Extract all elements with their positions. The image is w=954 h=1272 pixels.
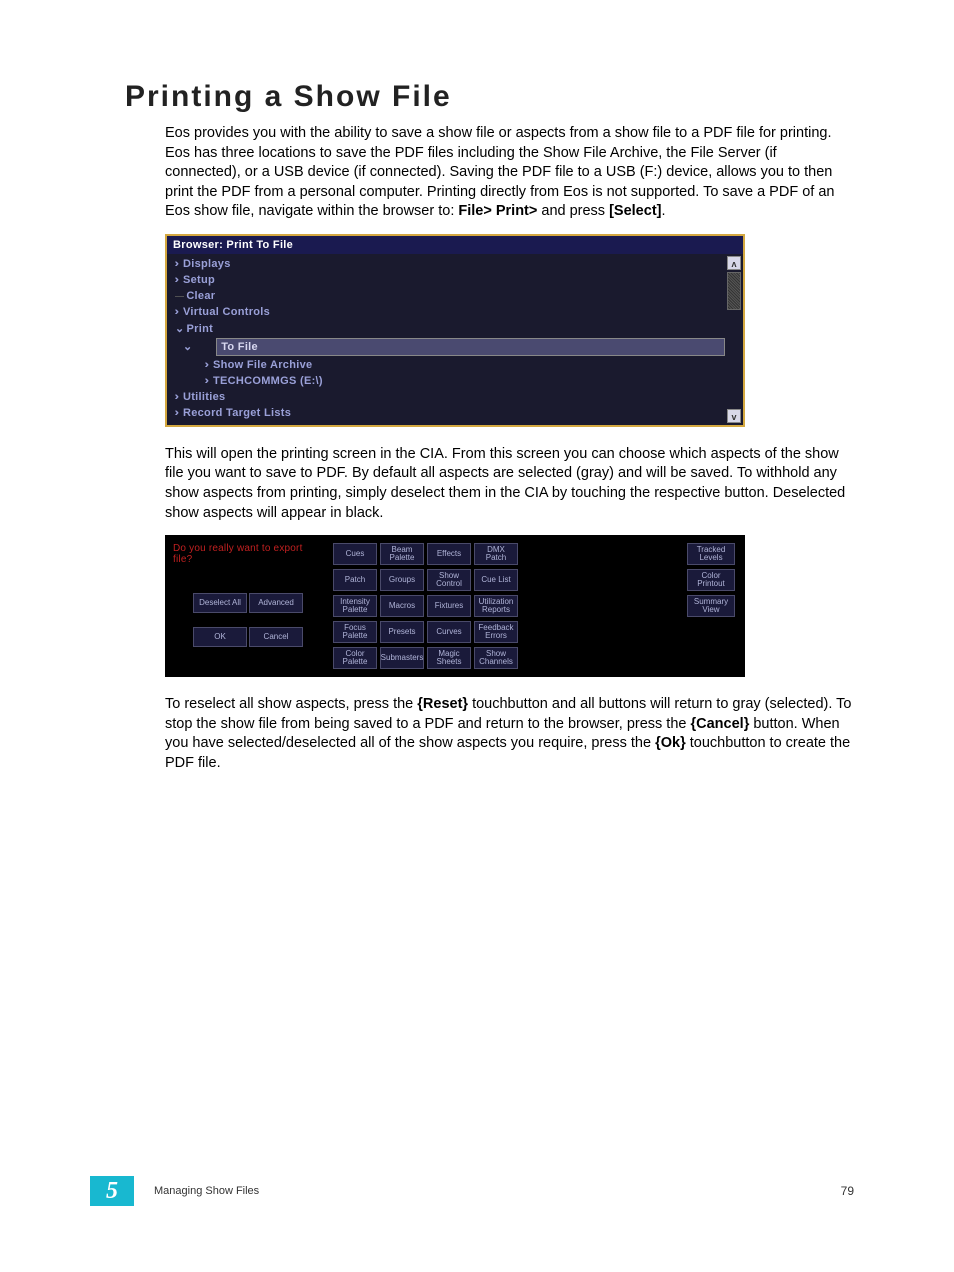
aspect-beam-palette[interactable]: Beam Palette: [380, 543, 424, 565]
tree-displays[interactable]: Displays: [167, 256, 743, 272]
tree-setup[interactable]: Setup: [167, 272, 743, 288]
scroll-thumb[interactable]: [727, 272, 741, 310]
aspect-cue-list[interactable]: Cue List: [474, 569, 518, 591]
aspect-groups[interactable]: Groups: [380, 569, 424, 591]
aspect-curves[interactable]: Curves: [427, 621, 471, 643]
tree-to-file[interactable]: To File: [216, 338, 725, 356]
page-footer: 5 Managing Show Files 79: [0, 1176, 954, 1206]
tree-print[interactable]: Print: [167, 320, 743, 337]
page-heading: Printing a Show File: [125, 80, 854, 114]
mid-paragraph: This will open the printing screen in th…: [165, 445, 854, 523]
para3-reset: {Reset}: [417, 696, 468, 712]
tree-techcommgs[interactable]: TECHCOMMGS (E:\): [167, 373, 743, 389]
tree-show-file-archive[interactable]: Show File Archive: [167, 357, 743, 373]
tree-tofile-arrow: [183, 340, 194, 353]
para1-bold-select: [Select]: [609, 203, 661, 219]
aspect-show-channels[interactable]: Show Channels: [474, 647, 518, 669]
aspect-submasters[interactable]: Submasters: [380, 647, 424, 669]
aspect-patch[interactable]: Patch: [333, 569, 377, 591]
aspect-color-palette[interactable]: Color Palette: [333, 647, 377, 669]
summary-view-button[interactable]: Summary View: [687, 595, 735, 617]
scroll-down-button[interactable]: v: [727, 409, 741, 423]
tree-clear[interactable]: Clear: [167, 288, 743, 304]
para1-text-e: .: [661, 203, 665, 219]
tracked-levels-button[interactable]: Tracked Levels: [687, 543, 735, 565]
aspect-presets[interactable]: Presets: [380, 621, 424, 643]
scroll-up-button[interactable]: ʌ: [727, 256, 741, 270]
aspect-macros[interactable]: Macros: [380, 595, 424, 617]
browser-title: Browser: Print To File: [167, 236, 743, 254]
cia-right-panel: Tracked Levels Color Printout Summary Vi…: [687, 543, 737, 617]
aspect-feedback-errors[interactable]: Feedback Errors: [474, 621, 518, 643]
browser-body: Displays Setup Clear Virtual Controls Pr…: [167, 254, 743, 425]
cia-aspect-grid: Cues Beam Palette Effects DMX Patch Patc…: [333, 543, 521, 669]
intro-paragraph: Eos provides you with the ability to sav…: [165, 124, 854, 222]
cia-prompt: Do you really want to export file?: [173, 543, 323, 565]
browser-screenshot: Browser: Print To File Displays Setup Cl…: [165, 234, 745, 427]
tree-utilities[interactable]: Utilities: [167, 389, 743, 405]
aspect-magic-sheets[interactable]: Magic Sheets: [427, 647, 471, 669]
aspect-intensity-palette[interactable]: Intensity Palette: [333, 595, 377, 617]
deselect-all-button[interactable]: Deselect All: [193, 593, 247, 613]
aspect-fixtures[interactable]: Fixtures: [427, 595, 471, 617]
cancel-button[interactable]: Cancel: [249, 627, 303, 647]
cia-screenshot: Do you really want to export file? Desel…: [165, 535, 745, 677]
tree-record-target-lists[interactable]: Record Target Lists: [167, 405, 743, 421]
ok-button[interactable]: OK: [193, 627, 247, 647]
color-printout-button[interactable]: Color Printout: [687, 569, 735, 591]
para3-ok: {Ok}: [655, 735, 686, 751]
para1-bold-path: File> Print>: [458, 203, 541, 219]
para3-a: To reselect all show aspects, press the: [165, 696, 417, 712]
tree-virtual-controls[interactable]: Virtual Controls: [167, 304, 743, 320]
aspect-utilization-reports[interactable]: Utilization Reports: [474, 595, 518, 617]
cia-left-panel: Do you really want to export file? Desel…: [173, 543, 323, 661]
aspect-show-control[interactable]: Show Control: [427, 569, 471, 591]
chapter-number: 5: [90, 1176, 134, 1206]
aspect-effects[interactable]: Effects: [427, 543, 471, 565]
para1-text-c: and press: [541, 203, 609, 219]
advanced-button[interactable]: Advanced: [249, 593, 303, 613]
para3-cancel: {Cancel}: [691, 716, 750, 732]
aspect-focus-palette[interactable]: Focus Palette: [333, 621, 377, 643]
page-number: 79: [841, 1184, 854, 1198]
footer-section-label: Managing Show Files: [154, 1185, 259, 1197]
aspect-dmx-patch[interactable]: DMX Patch: [474, 543, 518, 565]
aspect-cues[interactable]: Cues: [333, 543, 377, 565]
closing-paragraph: To reselect all show aspects, press the …: [165, 695, 854, 773]
